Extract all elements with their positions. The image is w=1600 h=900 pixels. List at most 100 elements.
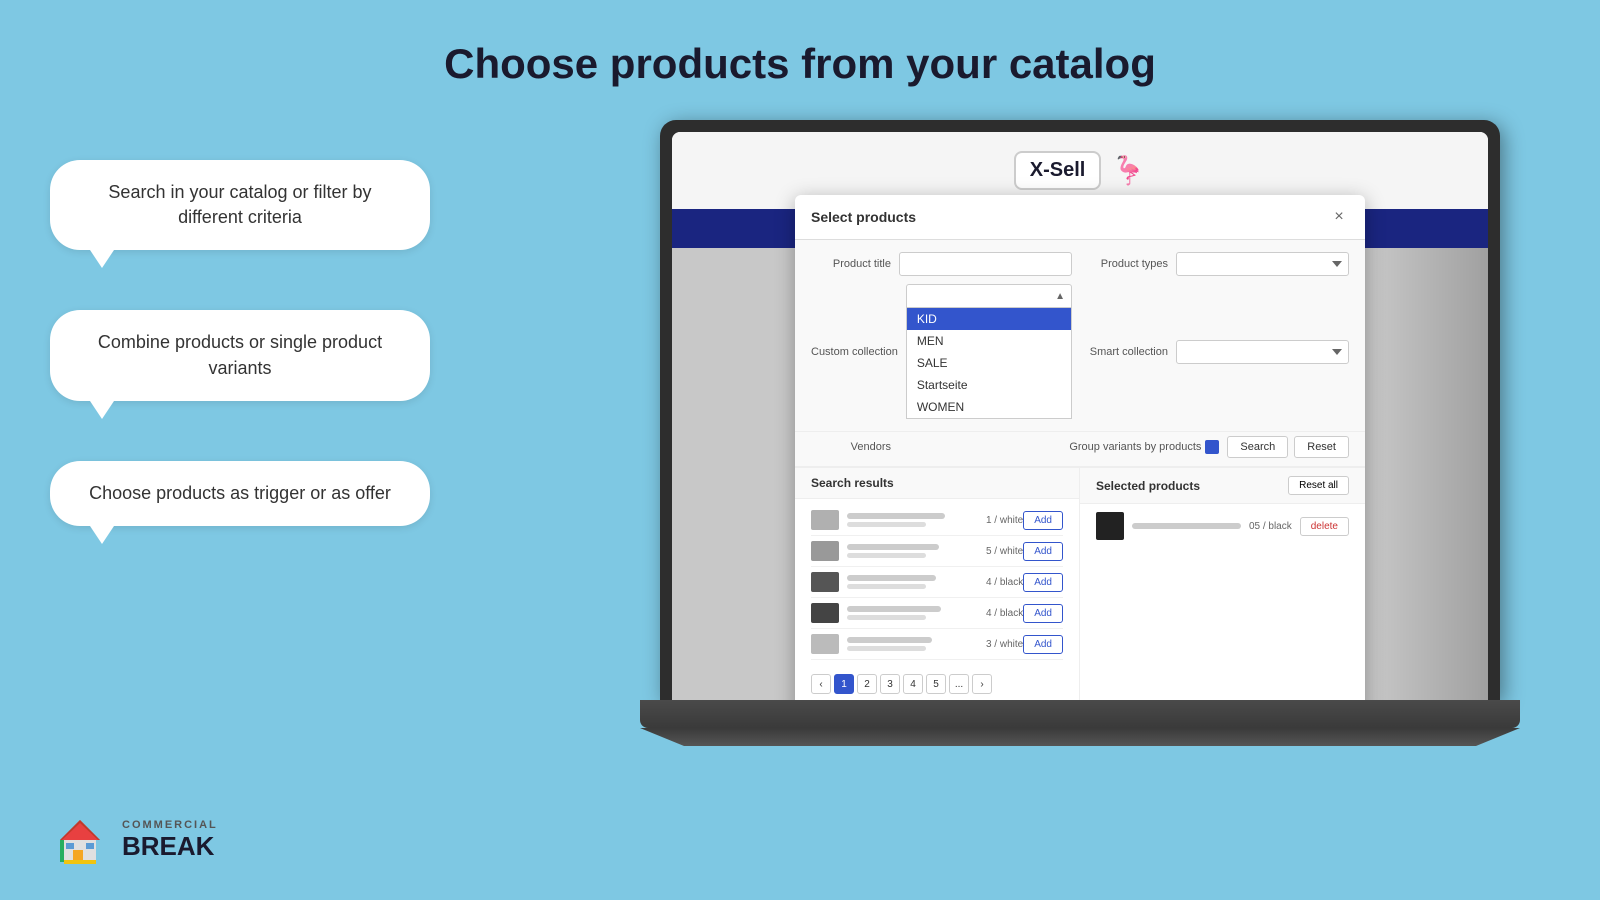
product-thumb-5	[811, 634, 839, 654]
modal-close-button[interactable]: ×	[1329, 207, 1349, 227]
delete-button-1[interactable]: delete	[1300, 517, 1349, 536]
search-results-col: Search results 1 / white	[795, 468, 1080, 700]
callout-combine-text: Combine products or single product varia…	[98, 332, 382, 377]
group-variants-text: Group variants by products	[1069, 441, 1201, 453]
callout-trigger: Choose products as trigger or as offer	[50, 461, 430, 526]
vendor-women[interactable]: WOMEN	[907, 396, 1071, 418]
product-item-2: 5 / white Add	[811, 536, 1063, 567]
callout-combine: Combine products or single product varia…	[50, 310, 430, 400]
product-title-input[interactable]	[899, 252, 1072, 276]
product-bar-1	[847, 513, 945, 519]
app-logo: X-Sell 🦩	[1014, 151, 1146, 190]
brand-name: X-Sell	[1030, 159, 1086, 181]
product-thumb-1	[811, 510, 839, 530]
product-info-5	[847, 637, 978, 651]
custom-collection-row: Custom collection ▲ KID MEN SALE Startse…	[811, 284, 1072, 419]
search-reset-buttons: Search Reset	[1227, 436, 1349, 458]
modal-columns: Search results 1 / white	[795, 467, 1365, 700]
product-item-4: 4 / black Add	[811, 598, 1063, 629]
product-bar-short-1	[847, 522, 926, 527]
chevron-up-icon: ▲	[1055, 291, 1065, 302]
modal-filters: Product title Product types Custom colle…	[795, 240, 1365, 432]
page-5-btn[interactable]: 5	[926, 674, 946, 694]
app-content: Select products × Product title Product …	[672, 248, 1488, 700]
selected-bar-1	[1132, 523, 1241, 529]
custom-collection-trigger[interactable]: ▲	[906, 284, 1072, 308]
add-button-1[interactable]: Add	[1023, 511, 1063, 530]
callout-trigger-text: Choose products as trigger or as offer	[89, 483, 391, 503]
product-thumb-3	[811, 572, 839, 592]
custom-collection-label: Custom collection	[811, 346, 898, 358]
screen-shadow	[1368, 248, 1488, 700]
product-title-label: Product title	[811, 258, 891, 270]
product-types-label: Product types	[1088, 258, 1168, 270]
add-button-3[interactable]: Add	[1023, 573, 1063, 592]
group-variants-label: Group variants by products	[1069, 440, 1219, 454]
product-types-select[interactable]	[1176, 252, 1349, 276]
add-button-4[interactable]: Add	[1023, 604, 1063, 623]
logo-icon	[50, 810, 110, 870]
laptop-base	[640, 700, 1520, 728]
product-thumb-2	[811, 541, 839, 561]
selected-products-header: Selected products Reset all	[1080, 468, 1365, 504]
smart-collection-row: Smart collection	[1088, 284, 1349, 419]
search-results-header: Search results	[795, 468, 1079, 499]
product-info-4	[847, 606, 978, 620]
flamingo-icon: 🦩	[1111, 154, 1146, 187]
selected-thumb-1	[1096, 512, 1124, 540]
reset-all-button[interactable]: Reset all	[1288, 476, 1349, 495]
vendor-kid[interactable]: KID	[907, 308, 1071, 330]
product-info-3	[847, 575, 978, 589]
add-button-5[interactable]: Add	[1023, 635, 1063, 654]
page-2-btn[interactable]: 2	[857, 674, 877, 694]
add-button-2[interactable]: Add	[1023, 542, 1063, 561]
page-ellipsis: ...	[949, 674, 969, 694]
product-item-1: 1 / white Add	[811, 505, 1063, 536]
product-bar-4	[847, 606, 941, 612]
custom-collection-container: ▲ KID MEN SALE Startseite WOMEN	[906, 284, 1072, 419]
smart-collection-select[interactable]	[1176, 340, 1349, 364]
smart-collection-label: Smart collection	[1088, 346, 1168, 358]
product-bar-5	[847, 637, 932, 643]
callout-search-text: Search in your catalog or filter by diff…	[108, 182, 371, 227]
logo-break: BREAK	[122, 831, 218, 862]
page-4-btn[interactable]: 4	[903, 674, 923, 694]
group-variants-checkbox[interactable]	[1205, 440, 1219, 454]
selected-variant-1: 05 / black	[1249, 521, 1292, 532]
xsell-badge: X-Sell	[1014, 151, 1102, 190]
laptop-screen-outer: X-Sell 🦩 Select products ×	[660, 120, 1500, 700]
product-variant-4: 4 / black	[986, 608, 1023, 619]
product-info-2	[847, 544, 978, 558]
brand-logo: COMMERCIAL BREAK	[50, 810, 218, 870]
modal-title: Select products	[811, 209, 916, 225]
vendors-list: KID MEN SALE Startseite WOMEN	[906, 308, 1072, 419]
product-list: 1 / white Add 5 / white	[795, 499, 1079, 666]
selected-product-item-1: 05 / black delete	[1080, 504, 1365, 548]
product-bar-3	[847, 575, 936, 581]
vendor-men[interactable]: MEN	[907, 330, 1071, 352]
product-item-3: 4 / black Add	[811, 567, 1063, 598]
page-next-btn[interactable]: ›	[972, 674, 992, 694]
logo-text: COMMERCIAL BREAK	[122, 819, 218, 862]
page-prev-btn[interactable]: ‹	[811, 674, 831, 694]
product-title-row: Product title	[811, 252, 1072, 276]
page-1-btn[interactable]: 1	[834, 674, 854, 694]
search-button[interactable]: Search	[1227, 436, 1288, 458]
vendor-startseite[interactable]: Startseite	[907, 374, 1071, 396]
selected-products-label: Selected products	[1096, 479, 1200, 493]
modal-header: Select products ×	[795, 195, 1365, 240]
product-thumb-4	[811, 603, 839, 623]
laptop: X-Sell 🦩 Select products ×	[660, 120, 1520, 840]
page-3-btn[interactable]: 3	[880, 674, 900, 694]
modal-select-products: Select products × Product title Product …	[795, 195, 1365, 700]
product-bar-short-5	[847, 646, 926, 651]
product-bar-short-4	[847, 615, 926, 620]
product-variant-3: 4 / black	[986, 577, 1023, 588]
reset-button[interactable]: Reset	[1294, 436, 1349, 458]
vendor-sale[interactable]: SALE	[907, 352, 1071, 374]
product-variant-5: 3 / white	[986, 639, 1023, 650]
product-item-5: 3 / white Add	[811, 629, 1063, 660]
product-bar-2	[847, 544, 939, 550]
logo-commercial: COMMERCIAL	[122, 819, 218, 831]
product-types-row: Product types	[1088, 252, 1349, 276]
